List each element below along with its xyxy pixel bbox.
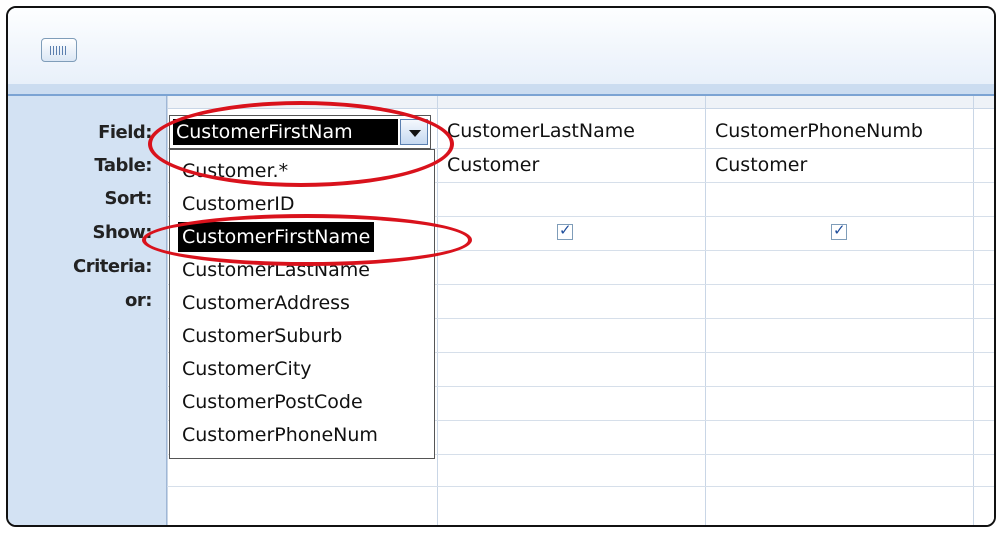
column-separator bbox=[973, 96, 974, 525]
column-separator bbox=[705, 96, 706, 525]
row-labels-panel: Field: Table: Sort: Show: Criteria: or: bbox=[8, 96, 167, 525]
col3-table-cell[interactable]: Customer bbox=[715, 154, 971, 176]
col3-show-checkbox[interactable]: ✓ bbox=[831, 221, 847, 240]
highlight-oval-field bbox=[148, 101, 454, 187]
row-divider bbox=[167, 486, 994, 487]
col3-field-cell[interactable]: CustomerPhoneNumb bbox=[715, 120, 971, 142]
dropdown-item[interactable]: CustomerSuburb bbox=[178, 321, 346, 351]
col2-table-cell[interactable]: Customer bbox=[447, 154, 703, 176]
table-grid-button[interactable] bbox=[41, 38, 77, 62]
toolbar bbox=[8, 8, 994, 85]
field-dropdown-list: Customer.* CustomerID CustomerFirstName … bbox=[169, 149, 435, 459]
highlight-oval-item bbox=[142, 214, 472, 266]
row-label-or: or: bbox=[125, 290, 152, 311]
col2-field-cell[interactable]: CustomerLastName bbox=[447, 120, 703, 142]
row-label-criteria: Criteria: bbox=[73, 256, 152, 277]
dropdown-item[interactable]: CustomerPostCode bbox=[178, 387, 367, 417]
dropdown-item[interactable]: CustomerPhoneNum bbox=[178, 420, 382, 450]
splitter-bar[interactable] bbox=[8, 84, 994, 96]
dropdown-item[interactable]: CustomerAddress bbox=[178, 288, 354, 318]
row-label-field: Field: bbox=[98, 122, 152, 143]
check-icon: ✓ bbox=[833, 221, 846, 239]
dropdown-item[interactable]: CustomerCity bbox=[178, 354, 316, 384]
col2-show-checkbox[interactable]: ✓ bbox=[557, 221, 573, 240]
table-grid-icon bbox=[50, 46, 68, 55]
check-icon: ✓ bbox=[559, 221, 572, 239]
row-label-table: Table: bbox=[94, 155, 152, 176]
row-label-sort: Sort: bbox=[104, 188, 152, 209]
query-design-frame: Field: Table: Sort: Show: Criteria: or: … bbox=[6, 6, 996, 527]
